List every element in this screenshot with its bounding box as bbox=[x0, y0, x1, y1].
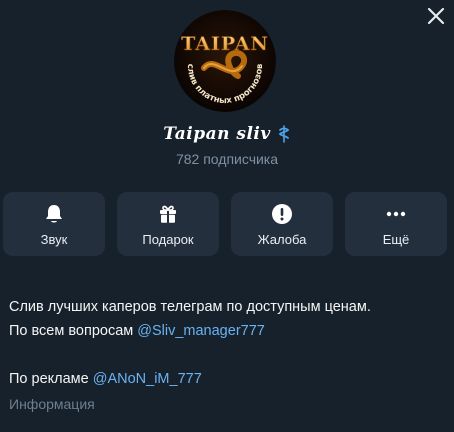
channel-description: Слив лучших каперов телеграм по доступны… bbox=[9, 295, 445, 391]
close-button[interactable] bbox=[426, 6, 446, 26]
verified-badge-icon bbox=[278, 125, 290, 143]
mute-button[interactable]: Звук bbox=[3, 192, 105, 256]
report-label: Жалоба bbox=[257, 232, 307, 247]
contact-prefix: По всем вопросам bbox=[9, 323, 138, 339]
channel-info-panel: TAIPAN слив платных прогнозов Taipan sli… bbox=[0, 0, 454, 432]
info-caption: Информация bbox=[9, 396, 95, 412]
description-line: Слив лучших каперов телеграм по доступны… bbox=[9, 299, 371, 315]
subscriber-count: 782 подписчика bbox=[175, 151, 279, 167]
report-button[interactable]: Жалоба bbox=[231, 192, 333, 256]
mute-label: Звук bbox=[40, 232, 68, 247]
more-button[interactable]: Ещё bbox=[345, 192, 447, 256]
channel-title-row: Taipan sliv bbox=[0, 122, 454, 146]
report-icon bbox=[272, 204, 292, 224]
ads-prefix: По рекламе bbox=[9, 371, 93, 387]
gift-button[interactable]: Подарок bbox=[117, 192, 219, 256]
more-label: Ещё bbox=[382, 232, 410, 247]
close-icon bbox=[427, 7, 445, 25]
ads-link[interactable]: @ANoN_iM_777 bbox=[93, 371, 202, 387]
avatar-logo-text: TAIPAN bbox=[181, 33, 269, 55]
channel-avatar[interactable]: TAIPAN слив платных прогнозов bbox=[174, 10, 276, 112]
action-bar: Звук Подарок Жалоба Ещё bbox=[0, 192, 454, 256]
more-icon bbox=[386, 211, 406, 217]
gift-icon bbox=[160, 205, 176, 223]
channel-name: Taipan sliv bbox=[163, 124, 271, 144]
channel-logo: TAIPAN слив платных прогнозов bbox=[174, 10, 276, 112]
manager-link[interactable]: @Sliv_manager777 bbox=[137, 323, 265, 339]
description-ads-line: По рекламе @ANoN_iM_777 bbox=[9, 367, 445, 391]
description-contact-line: По всем вопросам @Sliv_manager777 bbox=[9, 319, 445, 343]
gift-label: Подарок bbox=[142, 232, 194, 247]
bell-icon bbox=[46, 205, 62, 223]
